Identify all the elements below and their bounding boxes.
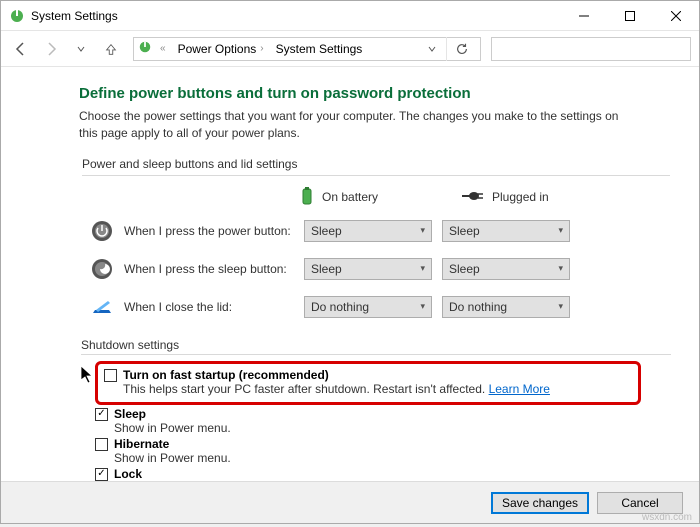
sleep-button-icon: [90, 257, 114, 281]
fast-startup-option: Turn on fast startup (recommended) This …: [104, 368, 632, 396]
power-button-icon: [90, 219, 114, 243]
window-title: System Settings: [31, 9, 118, 23]
power-options-icon: [9, 8, 25, 24]
address-dropdown[interactable]: [422, 42, 442, 56]
checkbox-description: This helps start your PC faster after sh…: [123, 382, 550, 396]
titlebar: System Settings: [1, 1, 699, 31]
power-sleep-group: Power and sleep buttons and lid settings…: [79, 156, 671, 334]
select-value: Sleep: [311, 262, 420, 276]
minimize-button[interactable]: [561, 1, 607, 30]
power-button-battery-select[interactable]: Sleep ▾: [304, 220, 432, 242]
chevron-down-icon: ▾: [420, 263, 425, 274]
breadcrumb-prefix[interactable]: «: [156, 43, 170, 54]
row-label: When I close the lid:: [124, 300, 294, 314]
sleep-button-plugged-select[interactable]: Sleep ▾: [442, 258, 570, 280]
chevron-down-icon: ▾: [558, 301, 563, 312]
checkbox-label: Hibernate: [114, 437, 231, 451]
page-description: Choose the power settings that you want …: [79, 108, 639, 142]
forward-button[interactable]: [39, 37, 63, 61]
breadcrumb-system-settings[interactable]: System Settings: [272, 42, 367, 56]
up-button[interactable]: [99, 37, 123, 61]
address-bar[interactable]: « Power Options › System Settings: [133, 37, 481, 61]
navigation-bar: « Power Options › System Settings: [1, 31, 699, 67]
lid-row: When I close the lid: Do nothing ▾ Do no…: [90, 295, 670, 319]
system-settings-window: System Settings: [0, 0, 700, 524]
select-value: Do nothing: [449, 300, 558, 314]
chevron-down-icon: ▾: [420, 301, 425, 312]
breadcrumb-power-options[interactable]: Power Options ›: [174, 42, 268, 56]
breadcrumb-label: System Settings: [276, 42, 363, 56]
select-value: Sleep: [449, 262, 558, 276]
checkbox-label: Lock: [114, 467, 278, 481]
select-value: Do nothing: [311, 300, 420, 314]
window-controls: [561, 1, 699, 30]
content-area: Define power buttons and turn on passwor…: [1, 67, 699, 481]
plug-icon: [460, 189, 484, 206]
hibernate-checkbox[interactable]: [95, 438, 108, 451]
sleep-option: Sleep Show in Power menu.: [95, 407, 671, 435]
back-button[interactable]: [9, 37, 33, 61]
sleep-button-row: When I press the sleep button: Sleep ▾ S…: [90, 257, 670, 281]
sleep-button-battery-select[interactable]: Sleep ▾: [304, 258, 432, 280]
power-button-row: When I press the power button: Sleep ▾ S…: [90, 219, 670, 243]
maximize-button[interactable]: [607, 1, 653, 30]
lock-option: Lock Show in account picture menu.: [95, 467, 671, 481]
row-label: When I press the sleep button:: [124, 262, 294, 276]
chevron-down-icon: ▾: [558, 263, 563, 274]
search-input[interactable]: [491, 37, 691, 61]
breadcrumb-label: Power Options: [178, 42, 257, 56]
sleep-checkbox[interactable]: [95, 408, 108, 421]
row-label: When I press the power button:: [124, 224, 294, 238]
lock-checkbox[interactable]: [95, 468, 108, 481]
page-heading: Define power buttons and turn on passwor…: [79, 85, 671, 102]
refresh-button[interactable]: [446, 37, 476, 61]
lid-plugged-select[interactable]: Do nothing ▾: [442, 296, 570, 318]
watermark: wsxdn.com: [642, 512, 692, 523]
column-label: Plugged in: [492, 190, 549, 204]
cancel-button[interactable]: Cancel: [597, 492, 683, 514]
laptop-lid-icon: [90, 295, 114, 319]
chevron-down-icon: ▾: [558, 225, 563, 236]
column-headers: On battery Plugged in: [80, 186, 670, 209]
shutdown-legend: Shutdown settings: [81, 338, 671, 355]
hibernate-option: Hibernate Show in Power menu.: [95, 437, 671, 465]
select-value: Sleep: [449, 224, 558, 238]
column-label: On battery: [322, 190, 378, 204]
save-changes-button[interactable]: Save changes: [491, 492, 589, 514]
footer: Save changes Cancel: [1, 481, 699, 523]
learn-more-link[interactable]: Learn More: [489, 382, 550, 396]
checkbox-label: Turn on fast startup (recommended): [123, 368, 550, 382]
power-options-icon: [138, 40, 152, 57]
lid-battery-select[interactable]: Do nothing ▾: [304, 296, 432, 318]
select-value: Sleep: [311, 224, 420, 238]
chevron-right-icon: ›: [260, 43, 263, 54]
history-dropdown[interactable]: [69, 37, 93, 61]
power-button-plugged-select[interactable]: Sleep ▾: [442, 220, 570, 242]
fast-startup-checkbox[interactable]: [104, 369, 117, 382]
plugged-in-header: Plugged in: [460, 189, 600, 206]
checkbox-label: Sleep: [114, 407, 231, 421]
on-battery-header: On battery: [300, 186, 440, 209]
battery-icon: [300, 186, 314, 209]
close-button[interactable]: [653, 1, 699, 30]
chevron-down-icon: ▾: [420, 225, 425, 236]
group-legend: Power and sleep buttons and lid settings: [82, 157, 670, 176]
checkbox-description: Show in Power menu.: [114, 421, 231, 435]
highlight-annotation: Turn on fast startup (recommended) This …: [95, 361, 641, 405]
checkbox-description: Show in Power menu.: [114, 451, 231, 465]
